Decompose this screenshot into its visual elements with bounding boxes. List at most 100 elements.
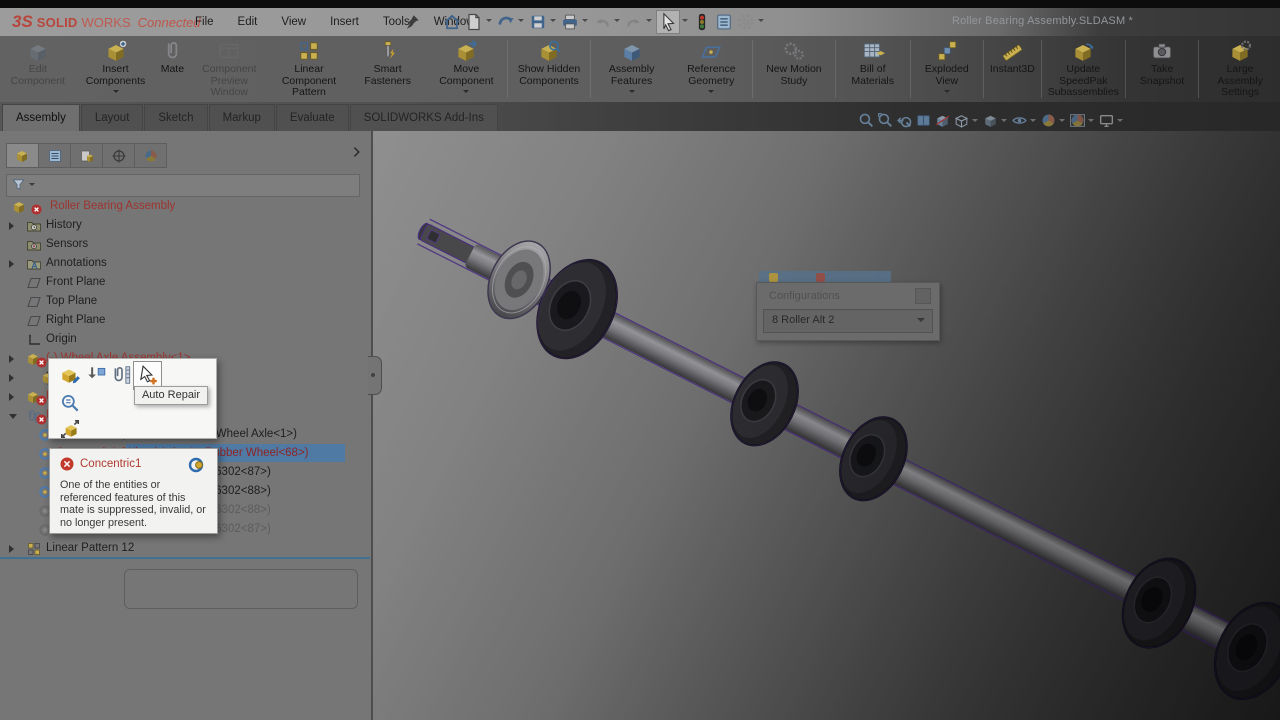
zoom-to-selection-icon[interactable] <box>59 392 81 414</box>
roller-bearing-assembly-model[interactable] <box>371 131 1280 720</box>
tree-row-front-plane[interactable]: Front Plane <box>0 273 369 292</box>
tree-row-annotations[interactable]: AAnnotations <box>0 254 369 273</box>
take-snapshot-button[interactable]: Take Snapshot <box>1127 36 1198 102</box>
expand-arrow-icon[interactable] <box>9 355 18 363</box>
dropdown-caret-icon[interactable] <box>486 19 492 25</box>
dropdown-caret-icon[interactable] <box>1030 119 1036 125</box>
panel-splitter-handle[interactable] <box>368 356 382 395</box>
dropdown-caret-icon[interactable] <box>614 19 620 25</box>
dropdown-caret-icon[interactable] <box>518 19 524 25</box>
tab-evaluate[interactable]: Evaluate <box>276 104 349 131</box>
view-selector-icon[interactable] <box>915 112 932 129</box>
configuration-dropdown[interactable]: 8 Roller Alt 2 <box>763 309 933 333</box>
menu-insert[interactable]: Insert <box>318 8 371 36</box>
evaluate-list-icon[interactable] <box>714 12 734 32</box>
expand-arrow-icon[interactable] <box>9 545 18 553</box>
menu-file[interactable]: File <box>183 8 226 36</box>
zoom-to-fit-icon[interactable] <box>858 112 875 129</box>
move-component-button[interactable]: Move Component <box>427 36 507 102</box>
edit-appearance-icon[interactable] <box>1040 112 1057 129</box>
dropdown-caret-icon[interactable] <box>1059 119 1065 125</box>
insert-components-button[interactable]: Insert Components <box>76 36 156 102</box>
assembly-features-button[interactable]: Assembly Features <box>592 36 672 102</box>
panel-tab-configurationmanager[interactable] <box>70 143 102 168</box>
view-settings-icon[interactable] <box>1098 112 1115 129</box>
reference-geometry-button[interactable]: Reference Geometry <box>671 36 751 102</box>
panel-tab-featuremanager-design-tree[interactable] <box>6 143 38 168</box>
linear-component-pattern-button[interactable]: Linear Component Pattern <box>269 36 349 102</box>
display-style-icon[interactable] <box>982 112 999 129</box>
tree-row-top-plane[interactable]: Top Plane <box>0 292 369 311</box>
tree-row-linear-pattern-12[interactable]: Linear Pattern 12 <box>0 539 369 558</box>
dropdown-caret-icon[interactable] <box>582 19 588 25</box>
select-arrow-icon[interactable] <box>656 10 680 34</box>
tab-layout[interactable]: Layout <box>81 104 144 131</box>
edit-feature-icon[interactable] <box>59 364 81 386</box>
show-hidden-components-button[interactable]: Show Hidden Components <box>509 36 589 102</box>
dropdown-caret-icon[interactable] <box>758 19 764 25</box>
dropdown-caret-icon[interactable] <box>1001 119 1007 125</box>
menu-edit[interactable]: Edit <box>226 8 270 36</box>
redo-icon[interactable] <box>624 12 644 32</box>
previous-view-icon[interactable] <box>896 112 913 129</box>
save-icon[interactable] <box>528 12 548 32</box>
tree-row-roller-bearing-assembly[interactable]: Roller Bearing Assembly <box>0 197 369 216</box>
panel-pin-button[interactable] <box>915 288 931 304</box>
exploded-view-button[interactable]: Exploded View <box>912 36 982 102</box>
expand-arrow-icon[interactable] <box>9 374 18 382</box>
pin-icon[interactable] <box>403 13 421 31</box>
tab-assembly[interactable]: Assembly <box>2 104 80 131</box>
dropdown-caret-icon[interactable] <box>463 90 469 96</box>
apply-scene-icon[interactable] <box>1069 112 1086 129</box>
large-assembly-settings-button[interactable]: Large Assembly Settings <box>1200 36 1280 102</box>
auto-repair-icon[interactable] <box>137 364 159 386</box>
dropdown-caret-icon[interactable] <box>1117 119 1123 125</box>
section-view-icon[interactable] <box>934 112 951 129</box>
new-document-icon[interactable] <box>464 12 484 32</box>
tab-markup[interactable]: Markup <box>209 104 275 131</box>
expand-arrow-icon[interactable] <box>9 222 18 230</box>
tree-filter-bar[interactable] <box>6 174 360 197</box>
traffic-light-icon[interactable] <box>692 12 712 32</box>
update-speedpak-subassemblies-button[interactable]: Update SpeedPak Subassemblies <box>1043 36 1124 102</box>
undo-icon[interactable] <box>592 12 612 32</box>
expand-arrow-icon[interactable] <box>9 260 18 268</box>
panel-splitter-divider[interactable] <box>0 557 370 559</box>
hide-show-items-icon[interactable] <box>1011 112 1028 129</box>
collapse-arrow-icon[interactable] <box>9 414 17 423</box>
tab-solidworks-add-ins[interactable]: SOLIDWORKS Add-Ins <box>350 104 498 131</box>
dropdown-caret-icon[interactable] <box>708 90 714 96</box>
dropdown-caret-icon[interactable] <box>682 19 688 25</box>
isolate-icon[interactable] <box>59 418 81 440</box>
dropdown-caret-icon[interactable] <box>646 19 652 25</box>
view-orientation-icon[interactable] <box>953 112 970 129</box>
new-motion-study-button[interactable]: New Motion Study <box>754 36 834 102</box>
tab-sketch[interactable]: Sketch <box>144 104 207 131</box>
print-icon[interactable] <box>560 12 580 32</box>
panel-tab-propertymanager[interactable] <box>38 143 70 168</box>
dropdown-caret-icon[interactable] <box>944 90 950 96</box>
tree-row-origin[interactable]: Origin <box>0 330 369 349</box>
dropdown-caret-icon[interactable] <box>113 90 119 96</box>
smart-fasteners-button[interactable]: Smart Fasteners <box>349 36 427 102</box>
dropdown-caret-icon[interactable] <box>1088 119 1094 125</box>
panel-tab-dimxpertmanager[interactable] <box>102 143 134 168</box>
graphics-viewport[interactable]: Configurations 8 Roller Alt 2 <box>371 131 1280 720</box>
menu-view[interactable]: View <box>269 8 318 36</box>
zoom-to-area-icon[interactable] <box>877 112 894 129</box>
instant3d-button[interactable]: Instant3D <box>985 36 1040 102</box>
open-icon[interactable] <box>496 12 516 32</box>
home-icon[interactable] <box>442 12 462 32</box>
options-gear-icon[interactable] <box>736 12 756 32</box>
expand-arrow-icon[interactable] <box>9 393 18 401</box>
edit-mates-icon[interactable] <box>111 364 133 386</box>
mate-button[interactable]: Mate <box>155 36 189 102</box>
tree-row-right-plane[interactable]: Right Plane <box>0 311 369 330</box>
panel-expand-chevron-icon[interactable] <box>350 145 364 159</box>
dropdown-caret-icon[interactable] <box>629 90 635 96</box>
panel-tab-displaymanager[interactable] <box>134 143 167 168</box>
bill-of-materials-button[interactable]: Bill of Materials <box>837 36 909 102</box>
dropdown-caret-icon[interactable] <box>550 19 556 25</box>
suppress-icon[interactable] <box>85 364 107 386</box>
tree-row-sensors[interactable]: Sensors <box>0 235 369 254</box>
